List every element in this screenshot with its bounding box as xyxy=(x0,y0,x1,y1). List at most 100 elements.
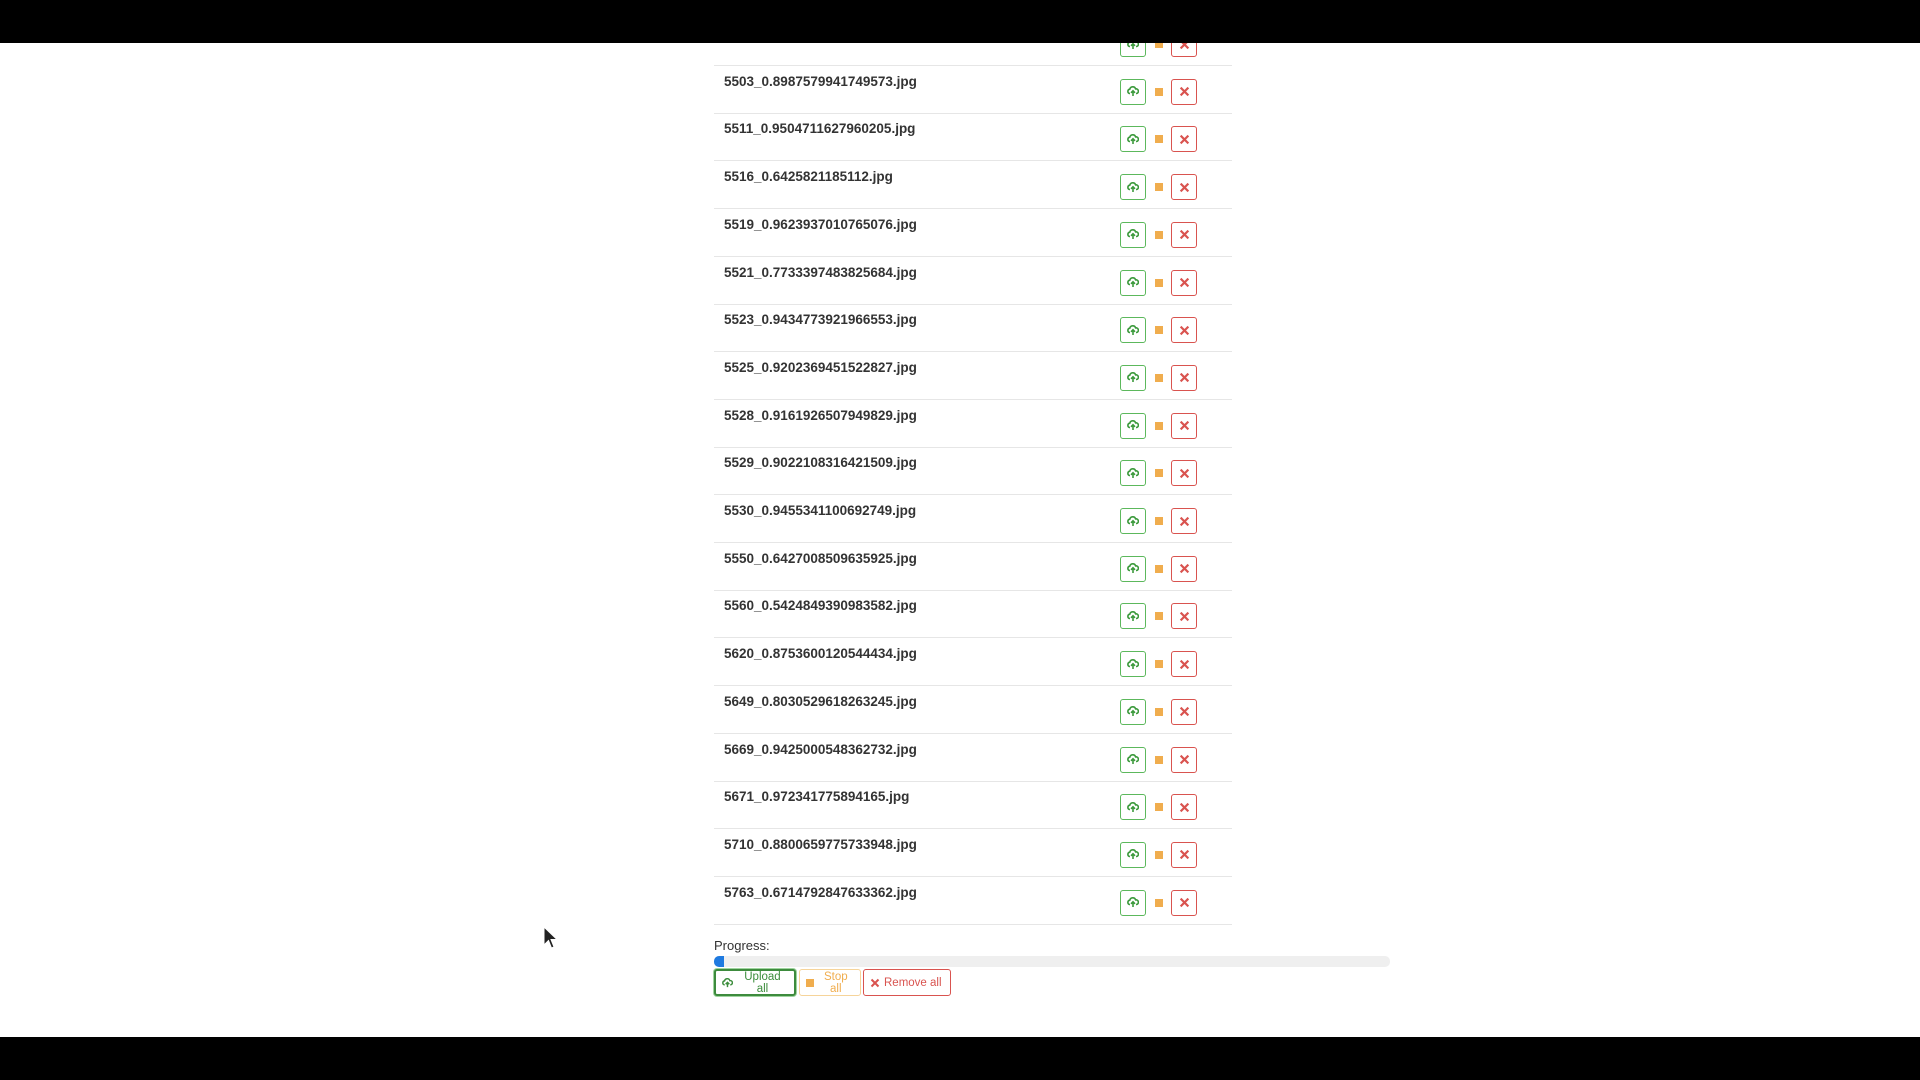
file-name: 5503_0.8987579941749573.jpg xyxy=(724,73,917,89)
upload-file-button[interactable] xyxy=(1120,508,1146,534)
stop-file-button[interactable] xyxy=(1146,269,1172,296)
remove-file-button[interactable] xyxy=(1171,746,1197,773)
stop-icon xyxy=(1155,660,1163,669)
file-row: 5528_0.9161926507949829.jpg xyxy=(714,401,1232,448)
remove-all-button[interactable]: Remove all xyxy=(863,969,951,996)
stop-file-button[interactable] xyxy=(1146,460,1172,487)
progress-bar xyxy=(714,956,1390,967)
remove-file-button[interactable] xyxy=(1171,174,1197,201)
stop-icon xyxy=(1155,326,1163,335)
remove-file-button[interactable] xyxy=(1171,43,1197,57)
upload-file-button[interactable] xyxy=(1120,269,1146,296)
upload-file-button[interactable] xyxy=(1120,698,1146,725)
remove-file-button[interactable] xyxy=(1171,412,1197,439)
file-name: 5528_0.9161926507949829.jpg xyxy=(724,407,917,423)
stop-file-button[interactable] xyxy=(1146,43,1172,57)
remove-file-button[interactable] xyxy=(1171,889,1197,916)
stop-file-button[interactable] xyxy=(1146,508,1172,534)
close-icon xyxy=(1179,277,1189,288)
stop-icon xyxy=(1155,564,1163,573)
stop-icon xyxy=(1155,135,1163,144)
close-icon xyxy=(1179,43,1189,49)
file-row: 5529_0.9022108316421509.jpg xyxy=(714,448,1232,496)
upload-file-button[interactable] xyxy=(1120,841,1146,868)
remove-file-button[interactable] xyxy=(1171,794,1197,821)
remove-file-button[interactable] xyxy=(1171,651,1197,678)
stop-icon xyxy=(1155,183,1163,192)
file-name: 5511_0.9504711627960205.jpg xyxy=(724,121,916,137)
upload-file-button[interactable] xyxy=(1120,364,1146,391)
upload-file-button[interactable] xyxy=(1120,794,1146,821)
file-row: 5523_0.9434773921966553.jpg xyxy=(714,305,1232,353)
remove-file-button[interactable] xyxy=(1171,269,1197,296)
upload-file-button[interactable] xyxy=(1120,746,1146,773)
remove-file-button[interactable] xyxy=(1171,698,1197,725)
file-name: 5523_0.9434773921966553.jpg xyxy=(724,312,917,328)
upload-file-button[interactable] xyxy=(1120,889,1146,916)
stop-file-button[interactable] xyxy=(1146,746,1172,773)
file-row: 5530_0.9455341100692749.jpg xyxy=(714,496,1232,543)
file-name: 5516_0.6425821185112.jpg xyxy=(724,169,893,185)
remove-file-button[interactable] xyxy=(1171,126,1197,153)
stop-file-button[interactable] xyxy=(1146,126,1172,153)
stop-file-button[interactable] xyxy=(1146,364,1172,391)
close-icon xyxy=(1179,754,1189,765)
file-name: 5525_0.9202369451522827.jpg xyxy=(724,359,917,375)
stop-file-button[interactable] xyxy=(1146,603,1172,630)
file-row: 5525_0.9202369451522827.jpg xyxy=(714,353,1232,400)
progress-label: Progress: xyxy=(714,938,770,953)
stop-file-button[interactable] xyxy=(1146,221,1172,248)
stop-file-button[interactable] xyxy=(1146,698,1172,725)
stop-file-button[interactable] xyxy=(1146,78,1172,105)
upload-file-button[interactable] xyxy=(1120,317,1146,344)
cloud-upload-icon xyxy=(1127,706,1139,717)
close-icon xyxy=(1179,564,1189,574)
cloud-upload-icon xyxy=(1127,277,1139,287)
close-icon xyxy=(1179,707,1189,717)
stop-file-button[interactable] xyxy=(1146,317,1172,344)
upload-file-button[interactable] xyxy=(1120,174,1146,201)
upload-file-button[interactable] xyxy=(1120,412,1146,439)
stop-file-button[interactable] xyxy=(1146,412,1172,439)
stop-icon xyxy=(1155,707,1163,716)
remove-file-button[interactable] xyxy=(1171,508,1197,534)
remove-file-button[interactable] xyxy=(1171,364,1197,391)
upload-file-button[interactable] xyxy=(1120,43,1146,57)
remove-file-button[interactable] xyxy=(1171,460,1197,487)
cloud-upload-icon xyxy=(1127,515,1139,526)
upload-file-button[interactable] xyxy=(1120,460,1146,487)
stop-icon xyxy=(1155,469,1163,478)
remove-file-button[interactable] xyxy=(1171,221,1197,248)
cloud-upload-icon xyxy=(722,977,733,987)
stop-file-button[interactable] xyxy=(1146,889,1172,916)
upload-file-button[interactable] xyxy=(1120,78,1146,105)
file-name: 5649_0.8030529618263245.jpg xyxy=(724,693,917,709)
upload-file-button[interactable] xyxy=(1120,126,1146,153)
close-icon xyxy=(1179,230,1189,240)
upload-all-button[interactable]: Upload all xyxy=(714,969,796,996)
upload-all-label: Upload all xyxy=(744,970,781,995)
file-name: 5710_0.8800659775733948.jpg xyxy=(724,836,917,852)
upload-file-button[interactable] xyxy=(1120,555,1146,582)
remove-file-button[interactable] xyxy=(1171,603,1197,630)
stop-all-button[interactable]: Stop all xyxy=(799,969,861,996)
cloud-upload-icon xyxy=(1127,610,1139,621)
stop-file-button[interactable] xyxy=(1146,174,1172,201)
remove-file-button[interactable] xyxy=(1171,841,1197,868)
file-name: 5521_0.7733397483825684.jpg xyxy=(724,264,917,280)
stop-all-label: Stop all xyxy=(823,970,848,995)
remove-file-button[interactable] xyxy=(1171,78,1197,105)
cloud-upload-icon xyxy=(1127,563,1139,574)
remove-file-button[interactable] xyxy=(1171,317,1197,344)
stop-file-button[interactable] xyxy=(1146,555,1172,582)
upload-file-button[interactable] xyxy=(1120,603,1146,630)
stop-file-button[interactable] xyxy=(1146,794,1172,821)
remove-file-button[interactable] xyxy=(1171,555,1197,582)
stop-file-button[interactable] xyxy=(1146,841,1172,868)
upload-file-button[interactable] xyxy=(1120,651,1146,678)
cloud-upload-icon xyxy=(1127,420,1139,431)
stop-icon xyxy=(1155,87,1163,96)
stop-icon xyxy=(1155,278,1163,287)
stop-file-button[interactable] xyxy=(1146,651,1172,678)
upload-file-button[interactable] xyxy=(1120,221,1146,248)
